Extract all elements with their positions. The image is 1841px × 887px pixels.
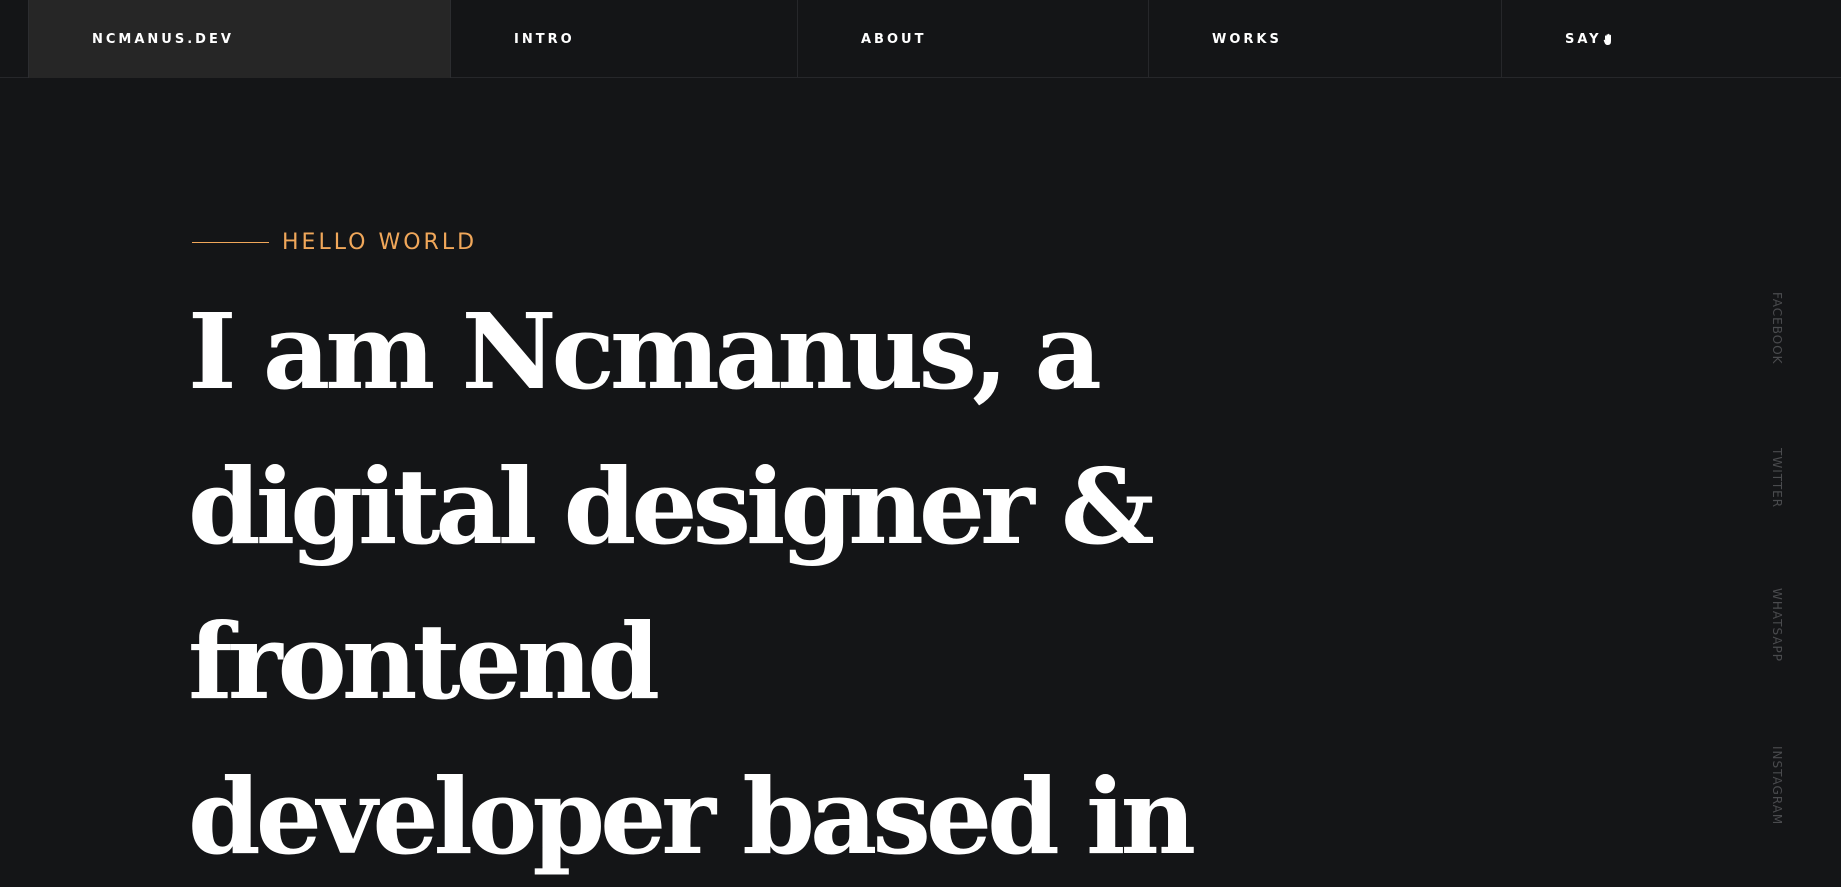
- nav-item-about[interactable]: ABOUT: [798, 0, 1149, 78]
- brand-logo-link[interactable]: NCMANUS.DEV: [28, 0, 451, 78]
- eyebrow-text: HELLO WORLD: [282, 230, 478, 255]
- waving-hand-icon: [1603, 33, 1611, 45]
- social-whatsapp: WHATSAPP: [1770, 588, 1800, 728]
- eyebrow-accent-line: [192, 242, 269, 243]
- hero-headline: I am Ncmanus, a digital designer & front…: [188, 274, 1196, 887]
- social-link-whatsapp[interactable]: WHATSAPP: [1770, 588, 1784, 662]
- nav-item-works[interactable]: WORKS: [1149, 0, 1502, 78]
- hello-world-eyebrow: HELLO WORLD: [192, 230, 477, 255]
- hero-headline-line: developer based in: [188, 755, 1196, 878]
- hero-headline-line: digital designer &: [188, 445, 1155, 568]
- social-link-twitter[interactable]: TWITTER: [1770, 448, 1784, 508]
- top-navigation: NCMANUS.DEV INTRO ABOUT WORKS SAY: [0, 0, 1841, 78]
- nav-item-say[interactable]: SAY: [1502, 0, 1841, 78]
- hero-headline-line: I am Ncmanus, a: [188, 290, 1102, 413]
- social-link-instagram[interactable]: INSTAGRAM: [1770, 746, 1784, 825]
- social-link-facebook[interactable]: FACEBOOK: [1770, 292, 1784, 365]
- social-twitter: TWITTER: [1770, 448, 1800, 588]
- social-instagram: INSTAGRAM: [1770, 746, 1800, 886]
- nav-item-intro[interactable]: INTRO: [451, 0, 798, 78]
- nav-item-say-label: SAY: [1565, 31, 1602, 47]
- social-facebook: FACEBOOK: [1770, 292, 1800, 432]
- hero-headline-line: frontend: [188, 600, 660, 723]
